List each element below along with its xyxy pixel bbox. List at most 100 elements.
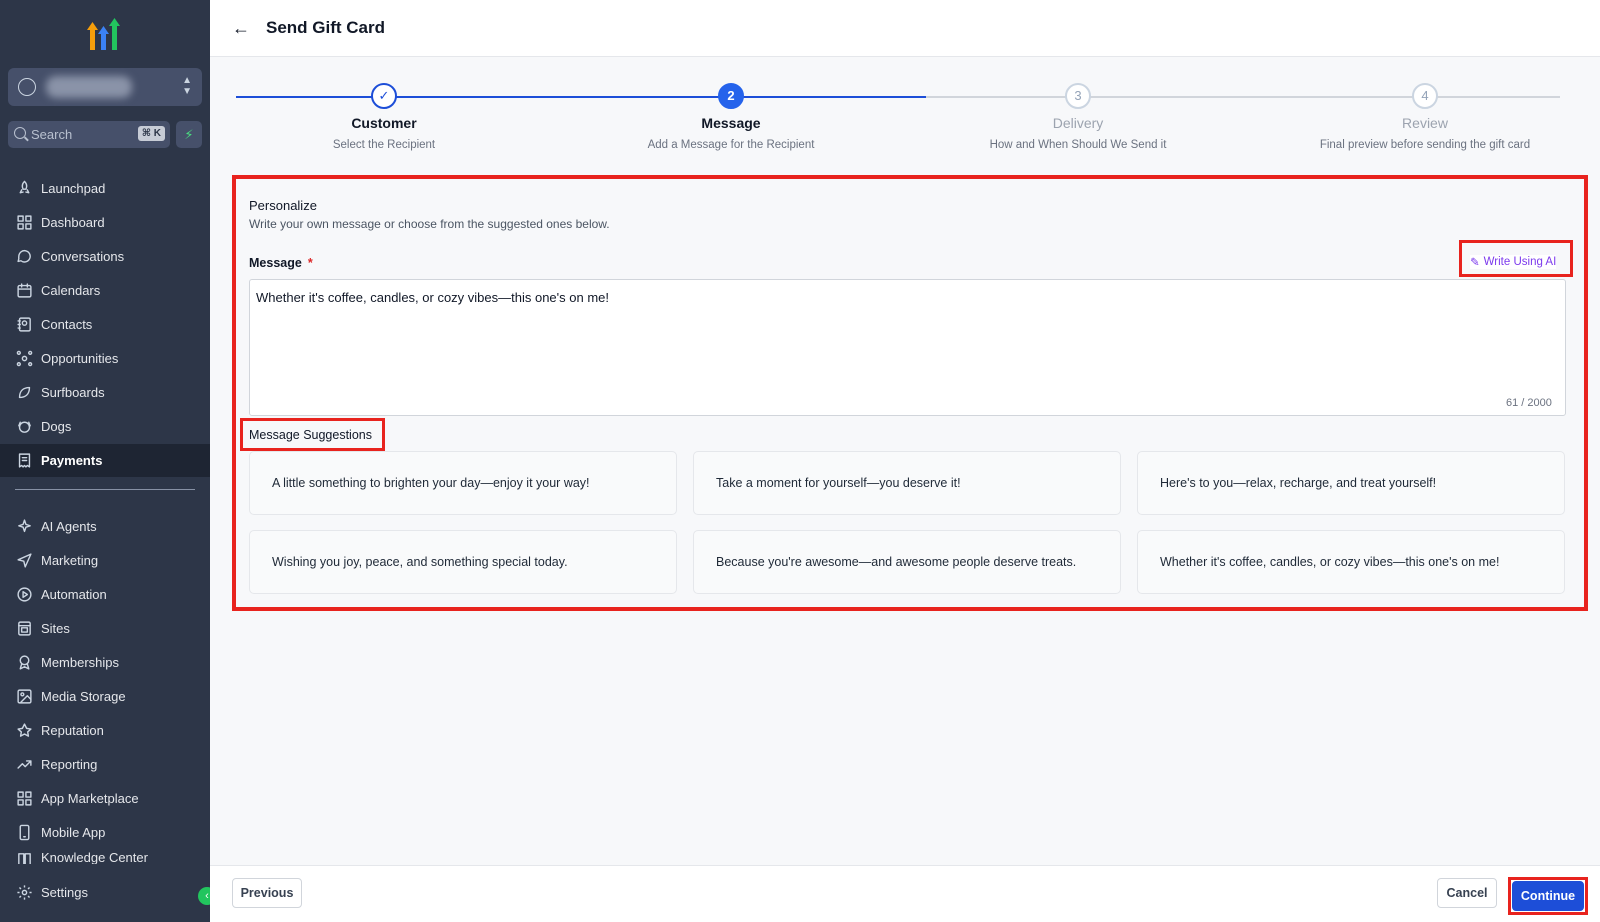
chat-icon <box>15 248 33 266</box>
sidebar-item-label: Dashboard <box>41 215 105 230</box>
continue-button[interactable]: Continue <box>1512 881 1584 911</box>
sidebar-item-label: Sites <box>41 621 70 636</box>
sidebar-item-reporting[interactable]: Reporting <box>0 748 210 781</box>
sidebar-item-reputation[interactable]: Reputation <box>0 714 210 747</box>
search-bar[interactable]: Search ⌘ K <box>8 121 170 148</box>
sidebar-item-label: App Marketplace <box>41 791 139 806</box>
sidebar-item-calendars[interactable]: Calendars <box>0 274 210 307</box>
sidebar-item-label: Payments <box>41 453 103 468</box>
gear-icon <box>15 884 33 902</box>
step-description: How and When Should We Send it <box>989 139 1167 151</box>
step-delivery: 3 Delivery How and When Should We Send it <box>928 57 1228 151</box>
account-name-blurred <box>46 76 132 98</box>
sidebar-item-label: Opportunities <box>41 351 119 366</box>
search-shortcut: ⌘ K <box>137 126 165 141</box>
app-logo-icon[interactable] <box>84 14 124 54</box>
step-number-badge: 4 <box>1412 83 1438 109</box>
award-icon <box>15 654 33 672</box>
account-switcher[interactable]: ▲ ▼ <box>8 68 202 106</box>
message-label-text: Message <box>249 256 302 270</box>
sidebar-item-label: Surfboards <box>41 385 105 400</box>
check-icon: ✓ <box>371 83 397 109</box>
step-message: 2 Message Add a Message for the Recipient <box>581 57 881 151</box>
sparkle-icon <box>15 518 33 536</box>
sidebar-item-label: Automation <box>41 587 107 602</box>
section-subtitle: Write your own message or choose from th… <box>249 217 610 231</box>
step-name: Review <box>1402 115 1448 131</box>
send-icon <box>15 552 33 570</box>
sidebar-item-surfboards[interactable]: Surfboards <box>0 376 210 409</box>
quick-action-bolt-icon[interactable]: ⚡ <box>176 121 202 148</box>
sidebar-item-label: Media Storage <box>41 689 126 704</box>
message-suggestion-card[interactable]: Take a moment for yourself—you deserve i… <box>693 451 1121 515</box>
star-icon <box>15 722 33 740</box>
cancel-button[interactable]: Cancel <box>1437 878 1497 908</box>
step-number-badge: 3 <box>1065 83 1091 109</box>
sidebar-item-media-storage[interactable]: Media Storage <box>0 680 210 713</box>
sidebar-item-ai-agents[interactable]: AI Agents <box>0 510 210 543</box>
message-suggestion-card[interactable]: A little something to brighten your day—… <box>249 451 677 515</box>
sidebar-item-dogs[interactable]: Dogs <box>0 410 210 443</box>
sidebar-item-automation[interactable]: Automation <box>0 578 210 611</box>
message-suggestion-card[interactable]: Wishing you joy, peace, and something sp… <box>249 530 677 594</box>
step-name: Customer <box>351 115 417 131</box>
step-description: Add a Message for the Recipient <box>647 139 815 151</box>
progress-stepper: ✓ Customer Select the Recipient 2 Message Add… <box>210 57 1600 167</box>
sidebar-item-label: Mobile App <box>41 825 106 840</box>
magic-wand-icon: ✎ <box>1470 257 1480 269</box>
sidebar-item-marketing[interactable]: Marketing <box>0 544 210 577</box>
sidebar-item-label: Conversations <box>41 249 125 264</box>
user-avatar-icon <box>18 78 36 96</box>
sidebar-item-label: Contacts <box>41 317 93 332</box>
page-title: Send Gift Card <box>266 18 386 37</box>
message-suggestion-card[interactable]: Here's to you—relax, recharge, and treat… <box>1137 451 1565 515</box>
sidebar-item-label: Calendars <box>41 283 101 298</box>
receipt-icon <box>15 452 33 470</box>
required-marker: * <box>307 256 313 270</box>
sidebar-item-knowledge-center[interactable]: Knowledge Center <box>0 850 210 864</box>
trend-icon <box>15 756 33 774</box>
message-suggestion-card[interactable]: Whether it's coffee, candles, or cozy vi… <box>1137 530 1565 594</box>
message-textarea[interactable] <box>249 279 1566 416</box>
sites-icon <box>15 620 33 638</box>
previous-button[interactable]: Previous <box>232 878 302 908</box>
message-label: Message * <box>249 256 313 270</box>
sidebar-item-contacts[interactable]: Contacts <box>0 308 210 341</box>
character-counter: 61 / 2000 <box>1506 397 1552 409</box>
step-review: 4 Review Final preview before sending the … <box>1275 57 1575 151</box>
ai-button-label: Write Using AI <box>1483 256 1557 268</box>
sidebar-item-payments[interactable]: Payments <box>0 444 210 477</box>
sidebar-item-label: Reputation <box>41 723 104 738</box>
sidebar-item-label: Settings <box>41 885 88 900</box>
sidebar-item-opportunities[interactable]: Opportunities <box>0 342 210 375</box>
network-icon <box>15 350 33 368</box>
step-name: Message <box>701 115 761 131</box>
sidebar-item-label: Launchpad <box>41 181 106 196</box>
apps-icon <box>15 790 33 808</box>
message-suggestion-card[interactable]: Because you're awesome—and awesome peopl… <box>693 530 1121 594</box>
back-arrow-icon[interactable]: ← <box>232 18 250 39</box>
calendar-icon <box>15 282 33 300</box>
step-description: Final preview before sending the gift ca… <box>1319 139 1531 151</box>
write-using-ai-button[interactable]: ✎ Write Using AI <box>1470 255 1557 269</box>
step-number-badge: 2 <box>718 83 744 109</box>
sidebar-item-dashboard[interactable]: Dashboard <box>0 206 210 239</box>
sidebar-item-sites[interactable]: Sites <box>0 612 210 645</box>
surfboard-icon <box>15 384 33 402</box>
sidebar-item-conversations[interactable]: Conversations <box>0 240 210 273</box>
sidebar-item-settings[interactable]: Settings <box>0 876 210 909</box>
sidebar-item-label: Marketing <box>41 553 99 568</box>
sidebar-item-launchpad[interactable]: Launchpad <box>0 172 210 205</box>
page-footer <box>210 865 1600 922</box>
sidebar-item-label: Knowledge Center <box>41 850 148 864</box>
sidebar-item-app-marketplace[interactable]: App Marketplace <box>0 782 210 815</box>
sidebar: ▲ ▼ Search ⌘ K ⚡ Launchpad Dashboard Conver… <box>0 0 216 922</box>
sidebar-item-mobile-app[interactable]: Mobile App <box>0 816 210 849</box>
phone-icon <box>15 824 33 842</box>
sidebar-item-memberships[interactable]: Memberships <box>0 646 210 679</box>
suggestions-label: Message Suggestions <box>249 428 372 442</box>
sidebar-item-label: Dogs <box>41 419 72 434</box>
automation-icon <box>15 586 33 604</box>
book-icon <box>15 850 33 864</box>
contacts-icon <box>15 316 33 334</box>
